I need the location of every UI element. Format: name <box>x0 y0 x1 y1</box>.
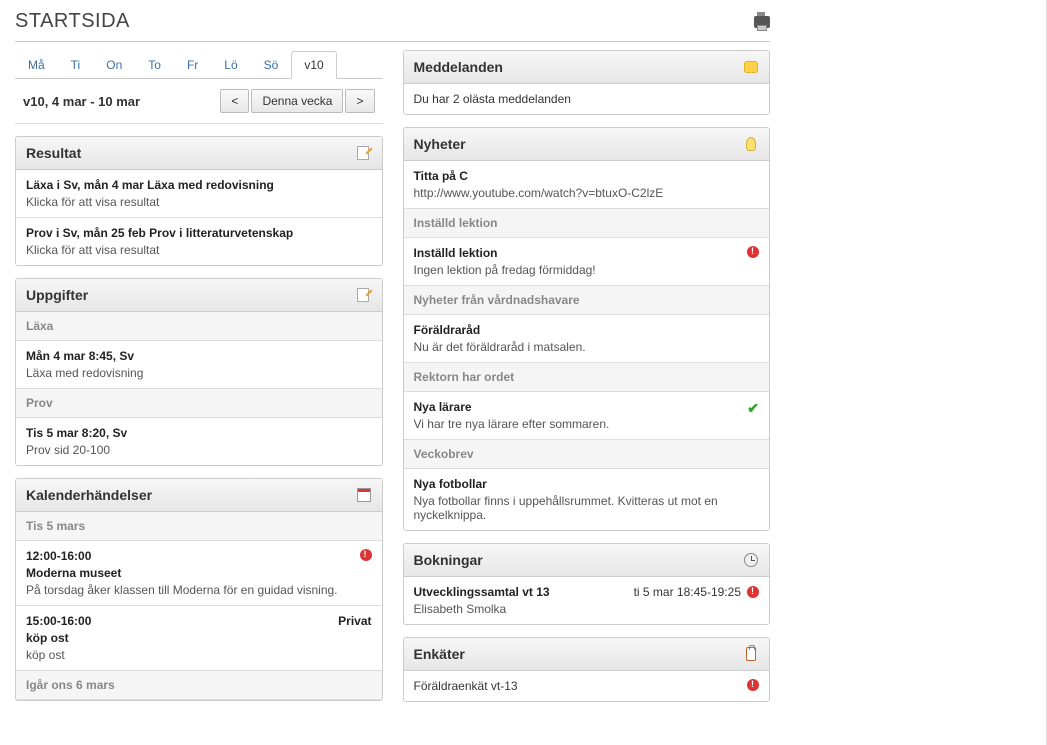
unread-messages-link[interactable]: Du har 2 olästa meddelanden <box>404 84 770 114</box>
news-desc: http://www.youtube.com/watch?v=btuxO-C2l… <box>414 186 760 200</box>
news-section-label: Inställd lektion <box>404 209 770 238</box>
tab-sat[interactable]: Lö <box>211 51 250 79</box>
result-title: Läxa i Sv, mån 4 mar Läxa med redovisnin… <box>26 178 372 192</box>
news-item[interactable]: Titta på C http://www.youtube.com/watch?… <box>404 161 770 209</box>
calendar-icon[interactable] <box>357 488 371 502</box>
news-title: Inställd lektion <box>414 246 596 260</box>
booking-item[interactable]: Utvecklingssamtal vt 13 ti 5 mar 18:45-1… <box>404 577 770 624</box>
event-desc: köp ost <box>26 648 372 662</box>
assignment-sub: Prov sid 20-100 <box>26 443 372 457</box>
news-desc: Vi har tre nya lärare efter sommaren. <box>414 417 610 431</box>
alert-icon <box>747 679 759 691</box>
event-tag: Privat <box>338 614 371 628</box>
message-icon[interactable] <box>744 61 758 73</box>
uppgifter-group-label: Prov <box>16 389 382 418</box>
resultat-heading: Resultat <box>26 145 81 161</box>
meddelanden-heading: Meddelanden <box>414 59 503 75</box>
news-title: Nya fotbollar <box>414 477 760 491</box>
bokningar-heading: Bokningar <box>414 552 483 568</box>
event-title: köp ost <box>26 631 372 645</box>
calendar-event[interactable]: 15:00-16:00 Privat köp ost köp ost <box>16 606 382 671</box>
week-range-label: v10, 4 mar - 10 mar <box>23 94 140 109</box>
weekday-tabs: Må Ti On To Fr Lö Sö v10 <box>15 50 383 79</box>
current-week-button[interactable]: Denna vecka <box>251 89 343 113</box>
result-item[interactable]: Prov i Sv, mån 25 feb Prov i litteraturv… <box>16 218 382 265</box>
tab-thu[interactable]: To <box>135 51 174 79</box>
booking-sub: Elisabeth Smolka <box>414 602 760 616</box>
tab-wed[interactable]: On <box>93 51 135 79</box>
panel-bokningar: Bokningar Utvecklingssamtal vt 13 ti 5 m… <box>403 543 771 625</box>
alert-icon <box>360 549 372 561</box>
panel-kalender: Kalenderhändelser Tis 5 mars 12:00-16:00… <box>15 478 383 701</box>
panel-uppgifter: Uppgifter Läxa Mån 4 mar 8:45, Sv Läxa m… <box>15 278 383 466</box>
news-item[interactable]: Inställd lektion Ingen lektion på fredag… <box>404 238 770 286</box>
event-desc: På torsdag åker klassen till Moderna för… <box>26 583 372 597</box>
result-sub: Klicka för att visa resultat <box>26 243 372 257</box>
news-title: Titta på C <box>414 169 760 183</box>
assignment-item[interactable]: Mån 4 mar 8:45, Sv Läxa med redovisning <box>16 341 382 389</box>
event-time: 12:00-16:00 <box>26 549 121 563</box>
assignment-title: Tis 5 mar 8:20, Sv <box>26 426 372 440</box>
page-title: STARTSIDA <box>15 10 130 33</box>
news-section-label: Nyheter från vårdnadshavare <box>404 286 770 315</box>
event-title: Moderna museet <box>26 566 121 580</box>
nyheter-heading: Nyheter <box>414 136 466 152</box>
tab-sun[interactable]: Sö <box>251 51 292 79</box>
tab-fri[interactable]: Fr <box>174 51 211 79</box>
news-desc: Nya fotbollar finns i uppehållsrummet. K… <box>414 494 760 522</box>
result-sub: Klicka för att visa resultat <box>26 195 372 209</box>
clipboard-icon[interactable] <box>746 647 756 661</box>
enkater-heading: Enkäter <box>414 646 465 662</box>
booking-time: ti 5 mar 18:45-19:25 <box>634 585 741 599</box>
news-desc: Nu är det föräldraråd i matsalen. <box>414 340 760 354</box>
prev-week-button[interactable]: < <box>220 89 249 113</box>
print-icon[interactable] <box>754 16 770 28</box>
clock-icon[interactable] <box>744 553 758 567</box>
edit-icon[interactable] <box>357 146 371 160</box>
uppgifter-heading: Uppgifter <box>26 287 88 303</box>
tab-week[interactable]: v10 <box>291 51 336 79</box>
panel-meddelanden: Meddelanden Du har 2 olästa meddelanden <box>403 50 771 115</box>
check-icon: ✔ <box>747 400 759 417</box>
uppgifter-group-label: Läxa <box>16 312 382 341</box>
news-title: Föräldraråd <box>414 323 760 337</box>
alert-icon <box>747 246 759 258</box>
edit-icon[interactable] <box>357 288 371 302</box>
survey-item[interactable]: Föräldraenkät vt-13 <box>404 671 770 701</box>
news-item[interactable]: Nya fotbollar Nya fotbollar finns i uppe… <box>404 469 770 530</box>
event-time: 15:00-16:00 <box>26 614 91 628</box>
calendar-event[interactable]: 12:00-16:00 Moderna museet På torsdag åk… <box>16 541 382 606</box>
alert-icon <box>747 586 759 598</box>
news-desc: Ingen lektion på fredag förmiddag! <box>414 263 596 277</box>
tab-tue[interactable]: Ti <box>58 51 94 79</box>
news-title: Nya lärare <box>414 400 610 414</box>
kalender-heading: Kalenderhändelser <box>26 487 152 503</box>
unread-text: Du har 2 olästa meddelanden <box>414 92 571 106</box>
assignment-item[interactable]: Tis 5 mar 8:20, Sv Prov sid 20-100 <box>16 418 382 465</box>
panel-resultat: Resultat Läxa i Sv, mån 4 mar Läxa med r… <box>15 136 383 266</box>
survey-title: Föräldraenkät vt-13 <box>414 679 518 693</box>
kalender-day-label: Tis 5 mars <box>16 512 382 541</box>
assignment-title: Mån 4 mar 8:45, Sv <box>26 349 372 363</box>
next-week-button[interactable]: > <box>345 89 374 113</box>
panel-nyheter: Nyheter Titta på C http://www.youtube.co… <box>403 127 771 531</box>
booking-title: Utvecklingssamtal vt 13 <box>414 585 550 599</box>
panel-enkater: Enkäter Föräldraenkät vt-13 <box>403 637 771 702</box>
news-section-label: Veckobrev <box>404 440 770 469</box>
result-title: Prov i Sv, mån 25 feb Prov i litteraturv… <box>26 226 372 240</box>
news-item[interactable]: Föräldraråd Nu är det föräldraråd i mats… <box>404 315 770 363</box>
lightbulb-icon[interactable] <box>746 137 756 151</box>
tab-mon[interactable]: Må <box>15 51 58 79</box>
kalender-day-label: Igår ons 6 mars <box>16 671 382 700</box>
news-item[interactable]: Nya lärare Vi har tre nya lärare efter s… <box>404 392 770 440</box>
result-item[interactable]: Läxa i Sv, mån 4 mar Läxa med redovisnin… <box>16 170 382 218</box>
news-section-label: Rektorn har ordet <box>404 363 770 392</box>
assignment-sub: Läxa med redovisning <box>26 366 372 380</box>
